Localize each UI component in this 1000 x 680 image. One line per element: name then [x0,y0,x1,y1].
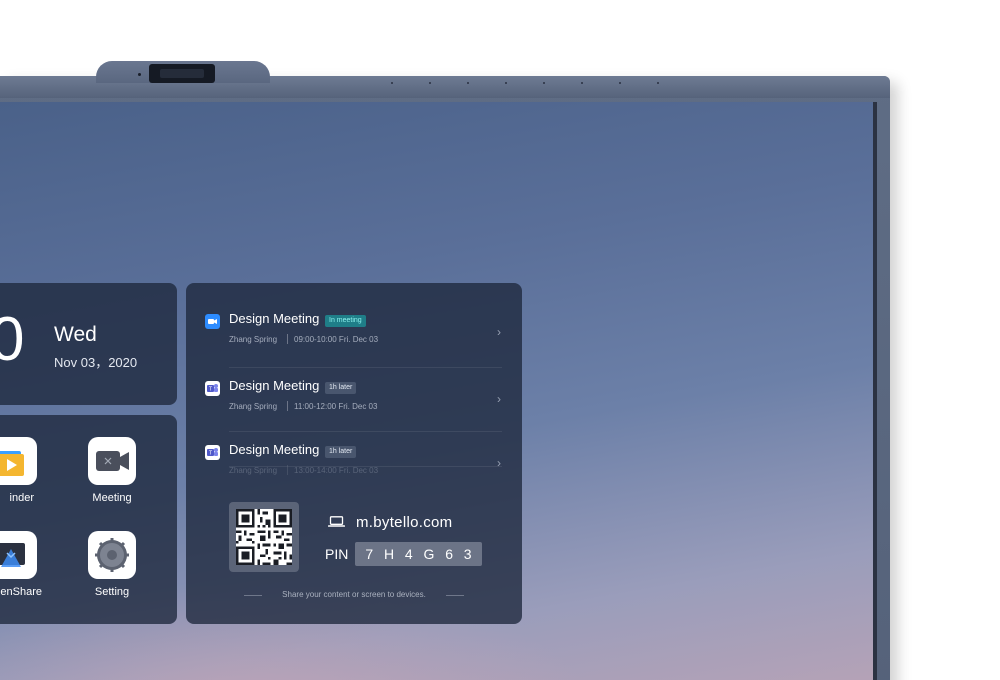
app-finder[interactable]: inder [0,437,48,504]
zoom-icon [205,314,220,329]
meeting-time: 13:00-14:00 Fri. Dec 03 [294,466,379,475]
meeting-title: Design Meeting [229,378,320,393]
list-divider [229,431,502,432]
app-label: Meeting [92,492,132,504]
meeting-title: Design Meeting [229,311,320,326]
screen-edge [873,102,877,680]
pin-digit: 4 [404,546,413,562]
home-screen: 0 Wed Nov 03，2020 inder Meeting enShare … [0,102,873,680]
mic-hole [619,82,621,84]
mic-hole [429,82,431,84]
video-camera-icon [88,437,136,485]
meeting-time: 11:00-12:00 Fri. Dec 03 [294,402,378,411]
pin-label: PIN [325,546,349,562]
meeting-host: Zhang Spring [229,466,278,475]
qr-code [229,502,299,572]
app-label: inder [9,492,34,504]
meeting-title: Design Meeting [229,442,320,457]
mic-hole [467,82,469,84]
screen-share-icon [0,531,37,579]
folder-play-icon [0,437,37,485]
chevron-right-icon: › [497,325,501,339]
pin-digit: G [423,546,435,562]
share-url: m.bytello.com [356,514,453,531]
app-label: eenShare [0,586,42,598]
clock-time: 0 [0,305,25,374]
pin-code: 7 H 4 G 6 3 [355,542,482,566]
meeting-time: 09:00-10:00 Fri. Dec 03 [294,335,379,344]
pin-digit: 6 [445,546,453,562]
meta-separator [287,334,288,344]
app-setting[interactable]: Setting [77,531,147,598]
mic-hole [543,82,545,84]
laptop-icon [328,516,345,527]
status-badge: In meeting [325,315,366,327]
teams-icon: T [205,381,220,396]
camera-lens [160,69,204,78]
clock-day: Wed [54,323,97,346]
meeting-item[interactable]: T Design Meeting 1h later Zhang Spring 1… [186,350,522,414]
chevron-right-icon: › [497,456,501,470]
mic-hole [657,82,659,84]
meeting-item[interactable]: T Design Meeting 1h later Zhang Spring 1… [186,414,522,476]
clock-widget: 0 Wed Nov 03，2020 [0,283,177,405]
status-badge: 1h later [325,446,357,458]
mic-hole [391,82,393,84]
clock-date: Nov 03，2020 [54,355,138,370]
share-hint: Share your content or screen to devices. [282,590,426,599]
meeting-host: Zhang Spring [229,402,278,411]
meta-separator [287,401,288,411]
meeting-list[interactable]: Design Meeting In meeting Zhang Spring 0… [186,283,522,476]
list-divider [229,367,502,368]
meta-separator [287,465,288,475]
pin-digit: 7 [365,546,374,562]
meeting-host: Zhang Spring [229,335,278,344]
meeting-share-panel: Design Meeting In meeting Zhang Spring 0… [186,283,522,624]
app-meeting[interactable]: Meeting [77,437,147,504]
camera-led [138,73,141,76]
mic-hole [505,82,507,84]
app-screenshare[interactable]: eenShare [0,531,48,598]
app-launcher: inder Meeting enShare Setting [0,415,177,624]
teams-icon: T [205,445,220,460]
status-badge: 1h later [325,382,357,394]
gear-icon [88,531,136,579]
pin-digit: H [383,546,395,562]
chevron-right-icon: › [497,392,501,406]
app-label: Setting [94,586,130,598]
pin-digit: 3 [463,546,472,562]
device-stage: 0 Wed Nov 03，2020 inder Meeting enShare … [0,0,1000,680]
meeting-item[interactable]: Design Meeting In meeting Zhang Spring 0… [186,283,522,347]
mic-hole [581,82,583,84]
